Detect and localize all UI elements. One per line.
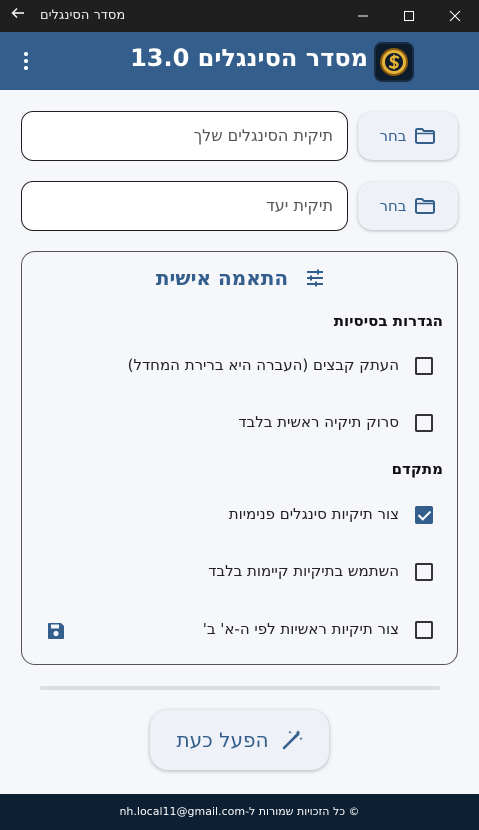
- choose-target-label: בחר: [379, 197, 407, 215]
- app-logo: [374, 42, 414, 82]
- copy-files-checkbox[interactable]: [415, 357, 433, 375]
- magic-wand-icon: [282, 730, 303, 750]
- option-label: העתק קבצים (העברה היא ברירת המחדל): [127, 356, 399, 374]
- progress-track: [40, 686, 440, 690]
- source-folder-label: תיקית הסינגלים שלך: [193, 126, 333, 145]
- advanced-settings-heading: מתקדם: [391, 460, 443, 478]
- run-now-label: הפעל כעת: [176, 728, 269, 752]
- more-menu-icon[interactable]: [16, 46, 36, 76]
- back-arrow-icon[interactable]: [6, 4, 30, 28]
- option-scan-root-only[interactable]: סרוק תיקיה ראשית בלבד: [22, 405, 459, 441]
- option-label: סרוק תיקיה ראשית בלבד: [238, 413, 399, 431]
- basic-settings-heading: הגדרות בסיסיות: [333, 312, 443, 330]
- choose-source-label: בחר: [379, 127, 407, 145]
- choose-target-button[interactable]: בחר: [358, 182, 458, 230]
- window-title-bar: מסדר הסינגלים: [0, 0, 479, 32]
- alphabetical-folders-checkbox[interactable]: [415, 621, 433, 639]
- close-button[interactable]: [432, 0, 478, 32]
- folder-icon: [415, 128, 436, 144]
- source-folder-field[interactable]: תיקית הסינגלים שלך: [21, 111, 348, 161]
- maximize-button[interactable]: [386, 0, 432, 32]
- existing-folders-only-checkbox[interactable]: [415, 563, 433, 581]
- create-inner-folders-checkbox[interactable]: [415, 506, 433, 524]
- option-label: צור תיקיות סינגלים פנימיות: [228, 505, 399, 523]
- scan-root-only-checkbox[interactable]: [415, 414, 433, 432]
- app-title: מסדר הסינגלים 13.0: [130, 44, 368, 72]
- settings-title-text: התאמה אישית: [155, 266, 289, 290]
- option-alphabetical-folders[interactable]: צור תיקיות ראשיות לפי ה-א' ב': [22, 612, 459, 648]
- save-icon[interactable]: [46, 621, 66, 641]
- copyright-footer: © כל הזכויות שמורות ל-nh.local11@gmail.c…: [0, 794, 479, 830]
- folder-icon: [415, 198, 436, 214]
- target-folder-label: תיקית יעד: [266, 196, 333, 215]
- option-existing-folders-only[interactable]: השתמש בתיקיות קיימות בלבד: [22, 554, 459, 590]
- run-now-button[interactable]: הפעל כעת: [150, 710, 329, 770]
- option-label: השתמש בתיקיות קיימות בלבד: [208, 562, 399, 580]
- app-bar: מסדר הסינגלים 13.0: [0, 32, 479, 90]
- choose-source-button[interactable]: בחר: [358, 112, 458, 160]
- tune-icon: [305, 268, 325, 292]
- option-create-inner-folders[interactable]: צור תיקיות סינגלים פנימיות: [22, 497, 459, 533]
- settings-card: התאמה אישית הגדרות בסיסיות העתק קבצים (ה…: [21, 251, 458, 665]
- settings-title: התאמה אישית: [22, 266, 459, 292]
- option-copy-files[interactable]: העתק קבצים (העברה היא ברירת המחדל): [22, 348, 459, 384]
- option-label: צור תיקיות ראשיות לפי ה-א' ב': [202, 620, 399, 638]
- target-folder-field[interactable]: תיקית יעד: [21, 181, 348, 231]
- minimize-button[interactable]: [340, 0, 386, 32]
- window-title: מסדר הסינגלים: [40, 8, 126, 23]
